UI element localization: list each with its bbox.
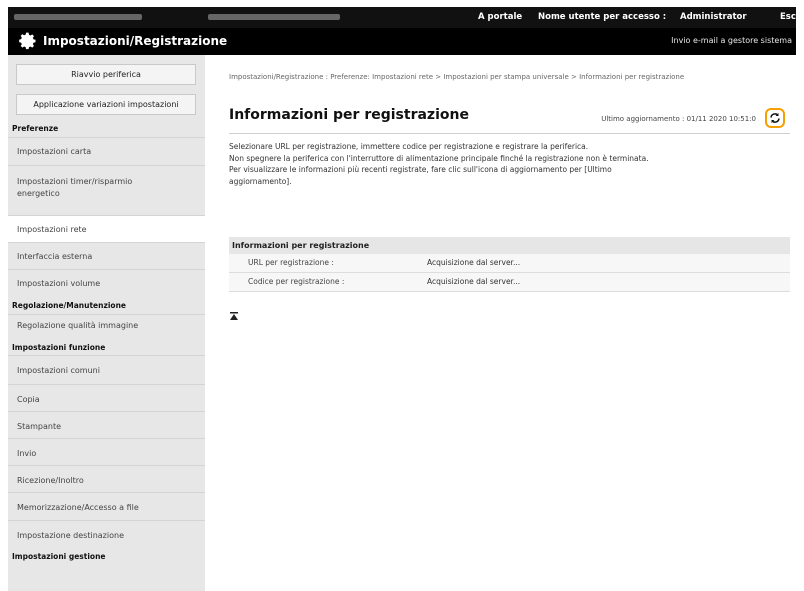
app-frame: A portale Nome utente per accesso : Admi… [8, 7, 796, 591]
refresh-button[interactable] [765, 108, 785, 128]
section-function: Impostazioni funzione [12, 343, 106, 352]
sidebar-item-timer[interactable]: Impostazioni timer/risparmio energetico [8, 165, 205, 215]
description-line: Selezionare URL per registrazione, immet… [229, 142, 589, 151]
sidebar-item-label: Copia [17, 395, 40, 404]
sidebar-item-store[interactable]: Memorizzazione/Accesso a file [8, 492, 205, 520]
sidebar-item-label: Stampante [17, 422, 62, 431]
mail-admin-link[interactable]: Invio e-mail a gestore sistema [671, 36, 792, 45]
page-title: Informazioni per registrazione [229, 107, 469, 123]
sidebar-item-label: Impostazioni volume [17, 279, 101, 288]
sidebar-item-label: Impostazioni comuni [17, 366, 100, 375]
scroll-to-top-icon[interactable] [229, 312, 239, 322]
row-label: Codice per registrazione : [248, 277, 345, 286]
blurred-address-info [208, 14, 340, 20]
table-row: URL per registrazione : Acquisizione dal… [229, 254, 790, 273]
sidebar-item-destination[interactable]: Impostazione destinazione [8, 520, 205, 548]
section-adjust: Regolazione/Manutenzione [12, 301, 126, 310]
last-update-text: Ultimo aggiornamento : 01/11 2020 10:51:… [601, 115, 756, 123]
row-value: Acquisizione dal server... [427, 258, 521, 267]
sidebar-item-label: Impostazioni timer/risparmio [17, 177, 133, 186]
sidebar-item-copy[interactable]: Copia [8, 384, 205, 411]
sidebar-item-quality[interactable]: Regolazione qualità immagine [8, 314, 205, 337]
sidebar-item-printer[interactable]: Stampante [8, 411, 205, 438]
sidebar-item-paper[interactable]: Impostazioni carta [8, 137, 205, 165]
sidebar-item-common[interactable]: Impostazioni comuni [8, 355, 205, 384]
description: Selezionare URL per registrazione, immet… [229, 141, 659, 187]
sidebar-item-label: Impostazioni rete [17, 225, 87, 234]
reboot-button[interactable]: Riavvio periferica [16, 64, 196, 85]
sidebar-item-send[interactable]: Invio [8, 438, 205, 465]
sidebar-item-external[interactable]: Interfaccia esterna [8, 242, 205, 269]
sidebar-item-label: Invio [17, 449, 37, 458]
section-management: Impostazioni gestione [12, 552, 106, 561]
title-divider [229, 133, 790, 134]
title-bar: Impostazioni/Registrazione Invio e-mail … [8, 28, 796, 55]
blurred-device-info [14, 14, 142, 20]
breadcrumb: Impostazioni/Registrazione : Preferenze:… [229, 73, 685, 81]
sidebar-item-volume[interactable]: Impostazioni volume [8, 269, 205, 296]
refresh-icon [770, 113, 780, 123]
sidebar-item-label: Ricezione/Inoltro [17, 476, 84, 485]
sidebar-item-network[interactable]: Impostazioni rete [8, 215, 205, 242]
row-label: URL per registrazione : [248, 258, 334, 267]
table-header: Informazioni per registrazione [229, 237, 790, 254]
user-name: Administrator [680, 12, 747, 22]
sidebar-item-label: Regolazione qualità immagine [17, 321, 139, 330]
info-table: Informazioni per registrazione URL per r… [229, 237, 790, 292]
user-label: Nome utente per accesso : [538, 12, 667, 22]
logout-link[interactable]: Esci [780, 12, 796, 22]
sidebar-item-label: energetico [17, 189, 60, 198]
sidebar: Riavvio periferica Applicazione variazio… [8, 55, 205, 591]
sidebar-item-label: Impostazioni carta [17, 147, 92, 156]
row-value: Acquisizione dal server... [427, 277, 521, 286]
section-preferences: Preferenze [12, 124, 59, 133]
description-line: Non spegnere la periferica con l'interru… [229, 153, 649, 163]
sidebar-item-label: Memorizzazione/Accesso a file [17, 503, 139, 512]
sidebar-item-label: Interfaccia esterna [17, 252, 93, 261]
main-content: Impostazioni/Registrazione : Preferenze:… [205, 55, 796, 591]
sidebar-item-receive[interactable]: Ricezione/Inoltro [8, 465, 205, 492]
top-bar: A portale Nome utente per accesso : Admi… [8, 7, 796, 28]
portal-link[interactable]: A portale [478, 12, 522, 22]
sidebar-item-label: Impostazione destinazione [17, 531, 124, 540]
description-line: Per visualizzare le informazioni più rec… [229, 165, 612, 186]
gear-icon [19, 32, 36, 50]
table-row: Codice per registrazione : Acquisizione … [229, 273, 790, 292]
app-title: Impostazioni/Registrazione [43, 34, 228, 48]
apply-changes-button[interactable]: Applicazione variazioni impostazioni [16, 94, 196, 115]
